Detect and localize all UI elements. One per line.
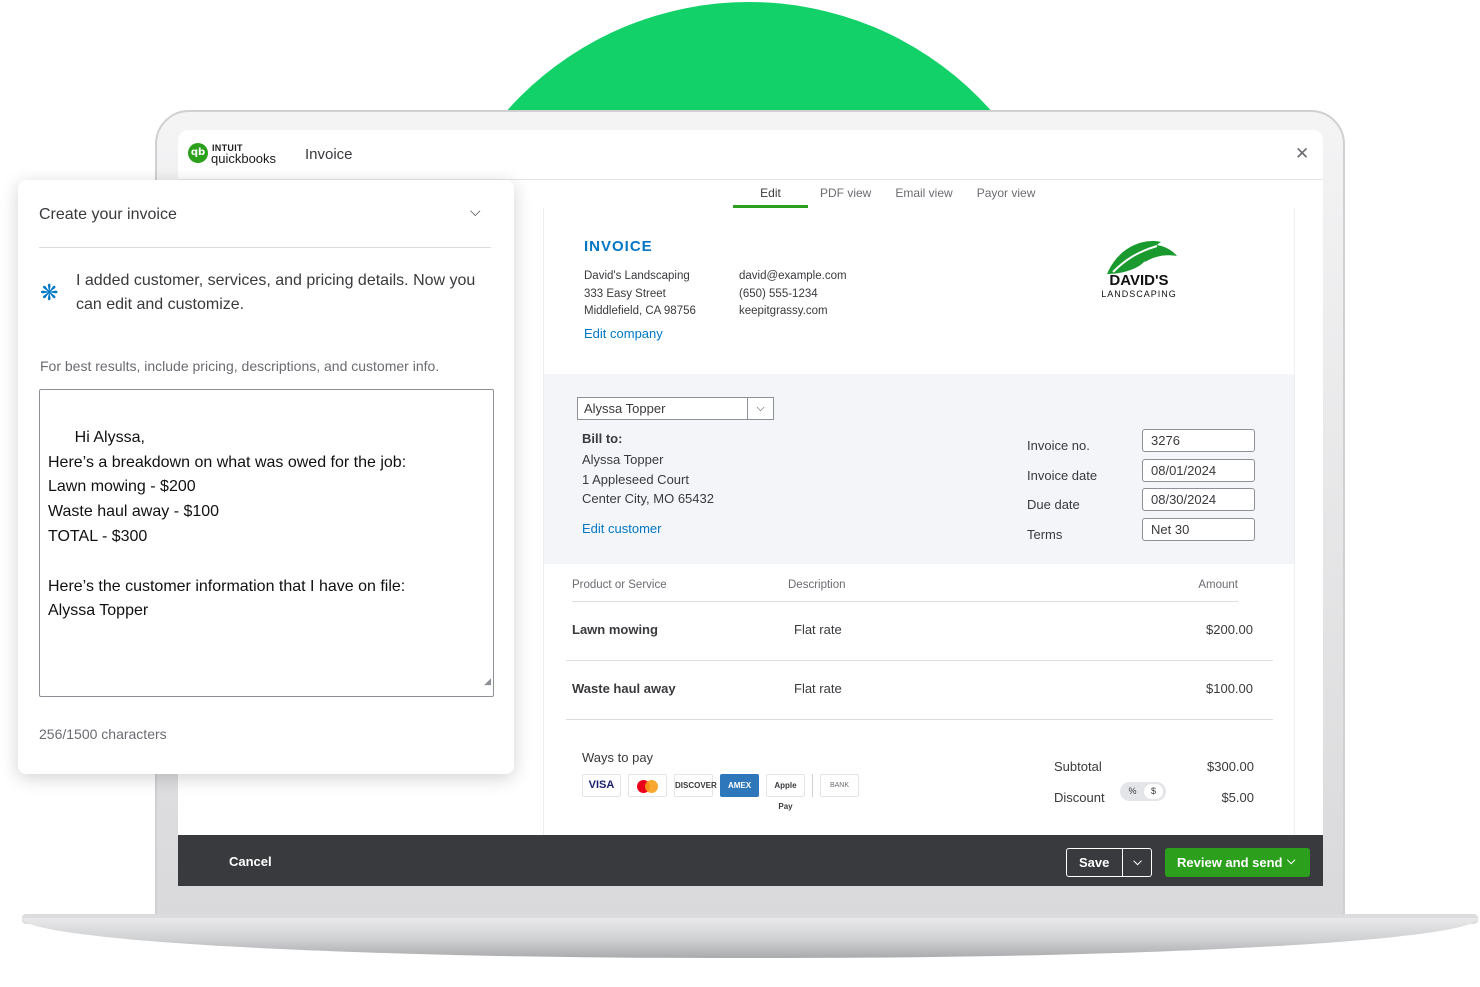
- leaf-logo-icon: [1107, 241, 1177, 274]
- table-row[interactable]: Waste haul away Flat rate $100.00: [566, 661, 1273, 720]
- terms-field[interactable]: Net 30: [1142, 517, 1255, 541]
- terms-label: Terms: [1027, 526, 1063, 542]
- page-title: Invoice: [305, 146, 353, 163]
- company-logo: DAVID'S LANDSCAPING: [1094, 236, 1184, 311]
- edit-company-link[interactable]: Edit company: [584, 326, 663, 341]
- line-product: Lawn mowing: [572, 622, 658, 637]
- qb-logo-icon: qb: [188, 143, 208, 163]
- invoice-heading: INVOICE: [584, 238, 653, 255]
- tab-payor-view[interactable]: Payor view: [965, 180, 1048, 208]
- resize-grip-icon[interactable]: ◢: [484, 669, 491, 694]
- sparkle-icon: ❋: [40, 280, 59, 305]
- logo-sub: LANDSCAPING: [1101, 289, 1177, 299]
- mastercard-icon[interactable]: [628, 774, 667, 797]
- marketing-stage: qb INTUIT quickbooks Invoice ✕ Edit PDF …: [0, 0, 1480, 987]
- tab-email-view[interactable]: Email view: [883, 180, 964, 208]
- assistant-message: I added customer, services, and pricing …: [76, 272, 476, 313]
- visa-icon[interactable]: VISA: [582, 774, 621, 797]
- chevron-down-icon[interactable]: ⌵: [470, 203, 481, 220]
- bank-icon[interactable]: BANK: [820, 774, 859, 797]
- laptop-base: [22, 918, 1478, 958]
- panel-title: Create your invoice: [39, 206, 177, 223]
- save-label: Save: [1079, 855, 1110, 870]
- company-city: Middlefield, CA 98756: [584, 305, 696, 317]
- company-email: david@example.com: [739, 270, 847, 282]
- bill-to-address: Alyssa Topper 1 Appleseed Court Center C…: [582, 450, 714, 509]
- invoice-no-field[interactable]: 3276: [1142, 429, 1255, 452]
- invoice-date-label: Invoice date: [1027, 467, 1098, 483]
- line-product: Waste haul away: [572, 681, 676, 696]
- divider: [812, 774, 813, 797]
- company-info: David's Landscaping 333 Easy Street Midd…: [584, 268, 696, 321]
- logo-name: DAVID'S: [1109, 272, 1169, 289]
- bill-to-section: Alyssa Topper ⌵ Bill to: Alyssa Topper 1…: [544, 374, 1294, 564]
- due-date-field[interactable]: 08/30/2024: [1142, 488, 1255, 511]
- bill-to-street: 1 Appleseed Court: [582, 471, 689, 487]
- company-website: keepitgrassy.com: [739, 305, 828, 317]
- tab-pdf-view[interactable]: PDF view: [808, 180, 883, 208]
- due-date-label: Due date: [1027, 497, 1080, 512]
- customer-select[interactable]: Alyssa Topper ⌵: [577, 397, 774, 420]
- column-amount: Amount: [1198, 579, 1238, 591]
- totals-values: $300.00 $5.00: [1207, 751, 1254, 813]
- line-amount: $100.00: [1206, 681, 1253, 696]
- company-street: 333 Easy Street: [584, 287, 666, 300]
- tab-edit[interactable]: Edit: [733, 180, 808, 208]
- bill-to-name: Alyssa Topper: [582, 452, 664, 467]
- company-phone: (650) 555-1234: [739, 287, 818, 300]
- apple-pay-icon[interactable]: Apple Pay: [766, 774, 805, 811]
- bill-to-label: Bill to:: [582, 431, 623, 446]
- view-tabs: Edit PDF view Email view Payor view: [733, 180, 1047, 208]
- action-footer: Cancel Save ⌵ Review and send ⌵: [178, 835, 1323, 886]
- save-button[interactable]: Save ⌵: [1066, 848, 1152, 877]
- dollar-option[interactable]: $: [1144, 784, 1163, 799]
- panel-hint: For best results, include pricing, descr…: [40, 358, 440, 374]
- invoice-date-field[interactable]: 08/01/2024: [1142, 458, 1255, 482]
- prompt-textarea[interactable]: Hi Alyssa, Here’s a breakdown on what wa…: [39, 389, 494, 697]
- app-header: qb INTUIT quickbooks Invoice ✕: [178, 130, 1323, 180]
- invoice-document: INVOICE David's Landscaping 333 Easy Str…: [543, 208, 1295, 886]
- bill-to-city: Center City, MO 65432: [582, 491, 714, 506]
- edit-customer-link[interactable]: Edit customer: [582, 521, 661, 536]
- create-invoice-panel: Create your invoice ⌵ ❋ I added customer…: [18, 180, 514, 774]
- payment-methods: VISA DISCOVER AMEX Apple Pay BANK: [582, 774, 859, 811]
- subtotal-value: $300.00: [1207, 759, 1254, 774]
- subtotal-label: Subtotal: [1054, 759, 1102, 774]
- table-row[interactable]: Lawn mowing Flat rate $200.00: [566, 602, 1273, 661]
- character-count: 256/1500 characters: [39, 726, 167, 742]
- customer-select-value: Alyssa Topper: [584, 401, 666, 416]
- review-and-send-button[interactable]: Review and send ⌵: [1165, 848, 1310, 877]
- company-contact: david@example.com (650) 555-1234 keepitg…: [739, 268, 847, 321]
- close-icon[interactable]: ✕: [1295, 144, 1309, 164]
- amex-icon[interactable]: AMEX: [720, 774, 759, 797]
- invoice-meta-fields: 3276 08/01/2024 08/30/2024 Net 30: [1142, 429, 1255, 547]
- line-amount: $200.00: [1206, 622, 1253, 637]
- line-description: Flat rate: [794, 622, 842, 637]
- chevron-down-icon[interactable]: ⌵: [1287, 855, 1295, 868]
- discount-value: $5.00: [1221, 790, 1254, 805]
- line-items-header: Product or Service Description Amount: [572, 579, 1238, 602]
- totals-labels: Subtotal Discount: [1054, 751, 1105, 813]
- discount-label: Discount: [1054, 790, 1105, 805]
- column-description: Description: [788, 579, 846, 591]
- chevron-down-icon[interactable]: ⌵: [1122, 849, 1152, 876]
- divider: [39, 247, 491, 248]
- prompt-text: Hi Alyssa, Here’s a breakdown on what wa…: [48, 428, 407, 620]
- column-product: Product or Service: [572, 579, 667, 591]
- line-description: Flat rate: [794, 681, 842, 696]
- discount-type-toggle[interactable]: % $: [1120, 782, 1166, 801]
- cancel-button[interactable]: Cancel: [229, 854, 272, 869]
- ways-to-pay-label: Ways to pay: [582, 750, 654, 765]
- invoice-no-label: Invoice no.: [1027, 438, 1090, 453]
- discover-icon[interactable]: DISCOVER: [674, 774, 717, 797]
- review-send-label: Review and send: [1177, 855, 1283, 870]
- brand-name: quickbooks: [211, 151, 277, 166]
- percent-option[interactable]: %: [1123, 784, 1142, 799]
- chevron-down-icon[interactable]: ⌵: [747, 398, 773, 419]
- invoice-meta-labels: Invoice no. Invoice date Due date Terms: [1027, 431, 1097, 549]
- company-name: David's Landscaping: [584, 270, 690, 282]
